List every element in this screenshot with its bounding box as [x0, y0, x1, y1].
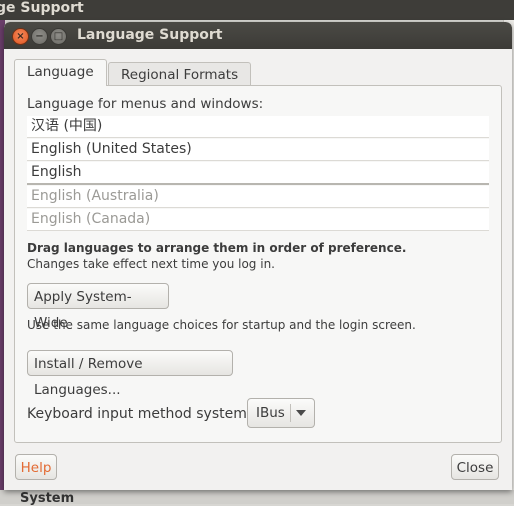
language-list-label: Language for menus and windows:	[27, 96, 264, 112]
dialog-titlebar[interactable]: × − □ Language Support	[4, 22, 512, 49]
close-button[interactable]: Close	[451, 454, 499, 480]
apply-system-wide-button[interactable]: Apply System-Wide	[27, 283, 169, 331]
language-item-english-canada[interactable]: English (Canada)	[27, 209, 489, 231]
language-support-dialog: × − □ Language Support Language Regional…	[4, 22, 512, 490]
tab-language[interactable]: Language	[14, 59, 107, 86]
install-remove-languages-button[interactable]: Install / Remove Languages...	[27, 350, 233, 398]
background-window-title: ge Support	[0, 0, 84, 16]
help-button[interactable]: Help	[15, 454, 57, 480]
keyboard-input-method-value: IBus	[256, 405, 285, 421]
minimize-window-icon[interactable]: −	[31, 28, 48, 45]
maximize-window-icon[interactable]: □	[50, 28, 67, 45]
language-item-english[interactable]: English	[27, 162, 489, 185]
language-tab-panel: Language for menus and windows: 汉语 (中国) …	[14, 85, 502, 443]
effect-note: Changes take effect next time you log in…	[27, 257, 275, 271]
background-window-titlebar: ge Support	[0, 0, 514, 20]
tab-regional-formats[interactable]: Regional Formats	[108, 62, 252, 87]
background-bottom: System	[0, 490, 514, 506]
select-divider	[290, 404, 291, 422]
language-list[interactable]: 汉语 (中国) English (United States) English …	[27, 116, 489, 232]
language-item-english-us[interactable]: English (United States)	[27, 139, 489, 161]
keyboard-input-label: Keyboard input method system:	[27, 406, 252, 422]
drag-instruction: Drag languages to arrange them in order …	[27, 241, 407, 255]
system-wide-note: Use the same language choices for startu…	[27, 318, 416, 332]
language-item-chinese[interactable]: 汉语 (中国)	[27, 116, 489, 138]
language-item-english-australia[interactable]: English (Australia)	[27, 186, 489, 208]
chevron-down-icon	[296, 410, 306, 416]
dialog-title: Language Support	[77, 27, 223, 43]
close-window-icon[interactable]: ×	[12, 28, 29, 45]
keyboard-input-method-select[interactable]: IBus	[247, 398, 315, 428]
